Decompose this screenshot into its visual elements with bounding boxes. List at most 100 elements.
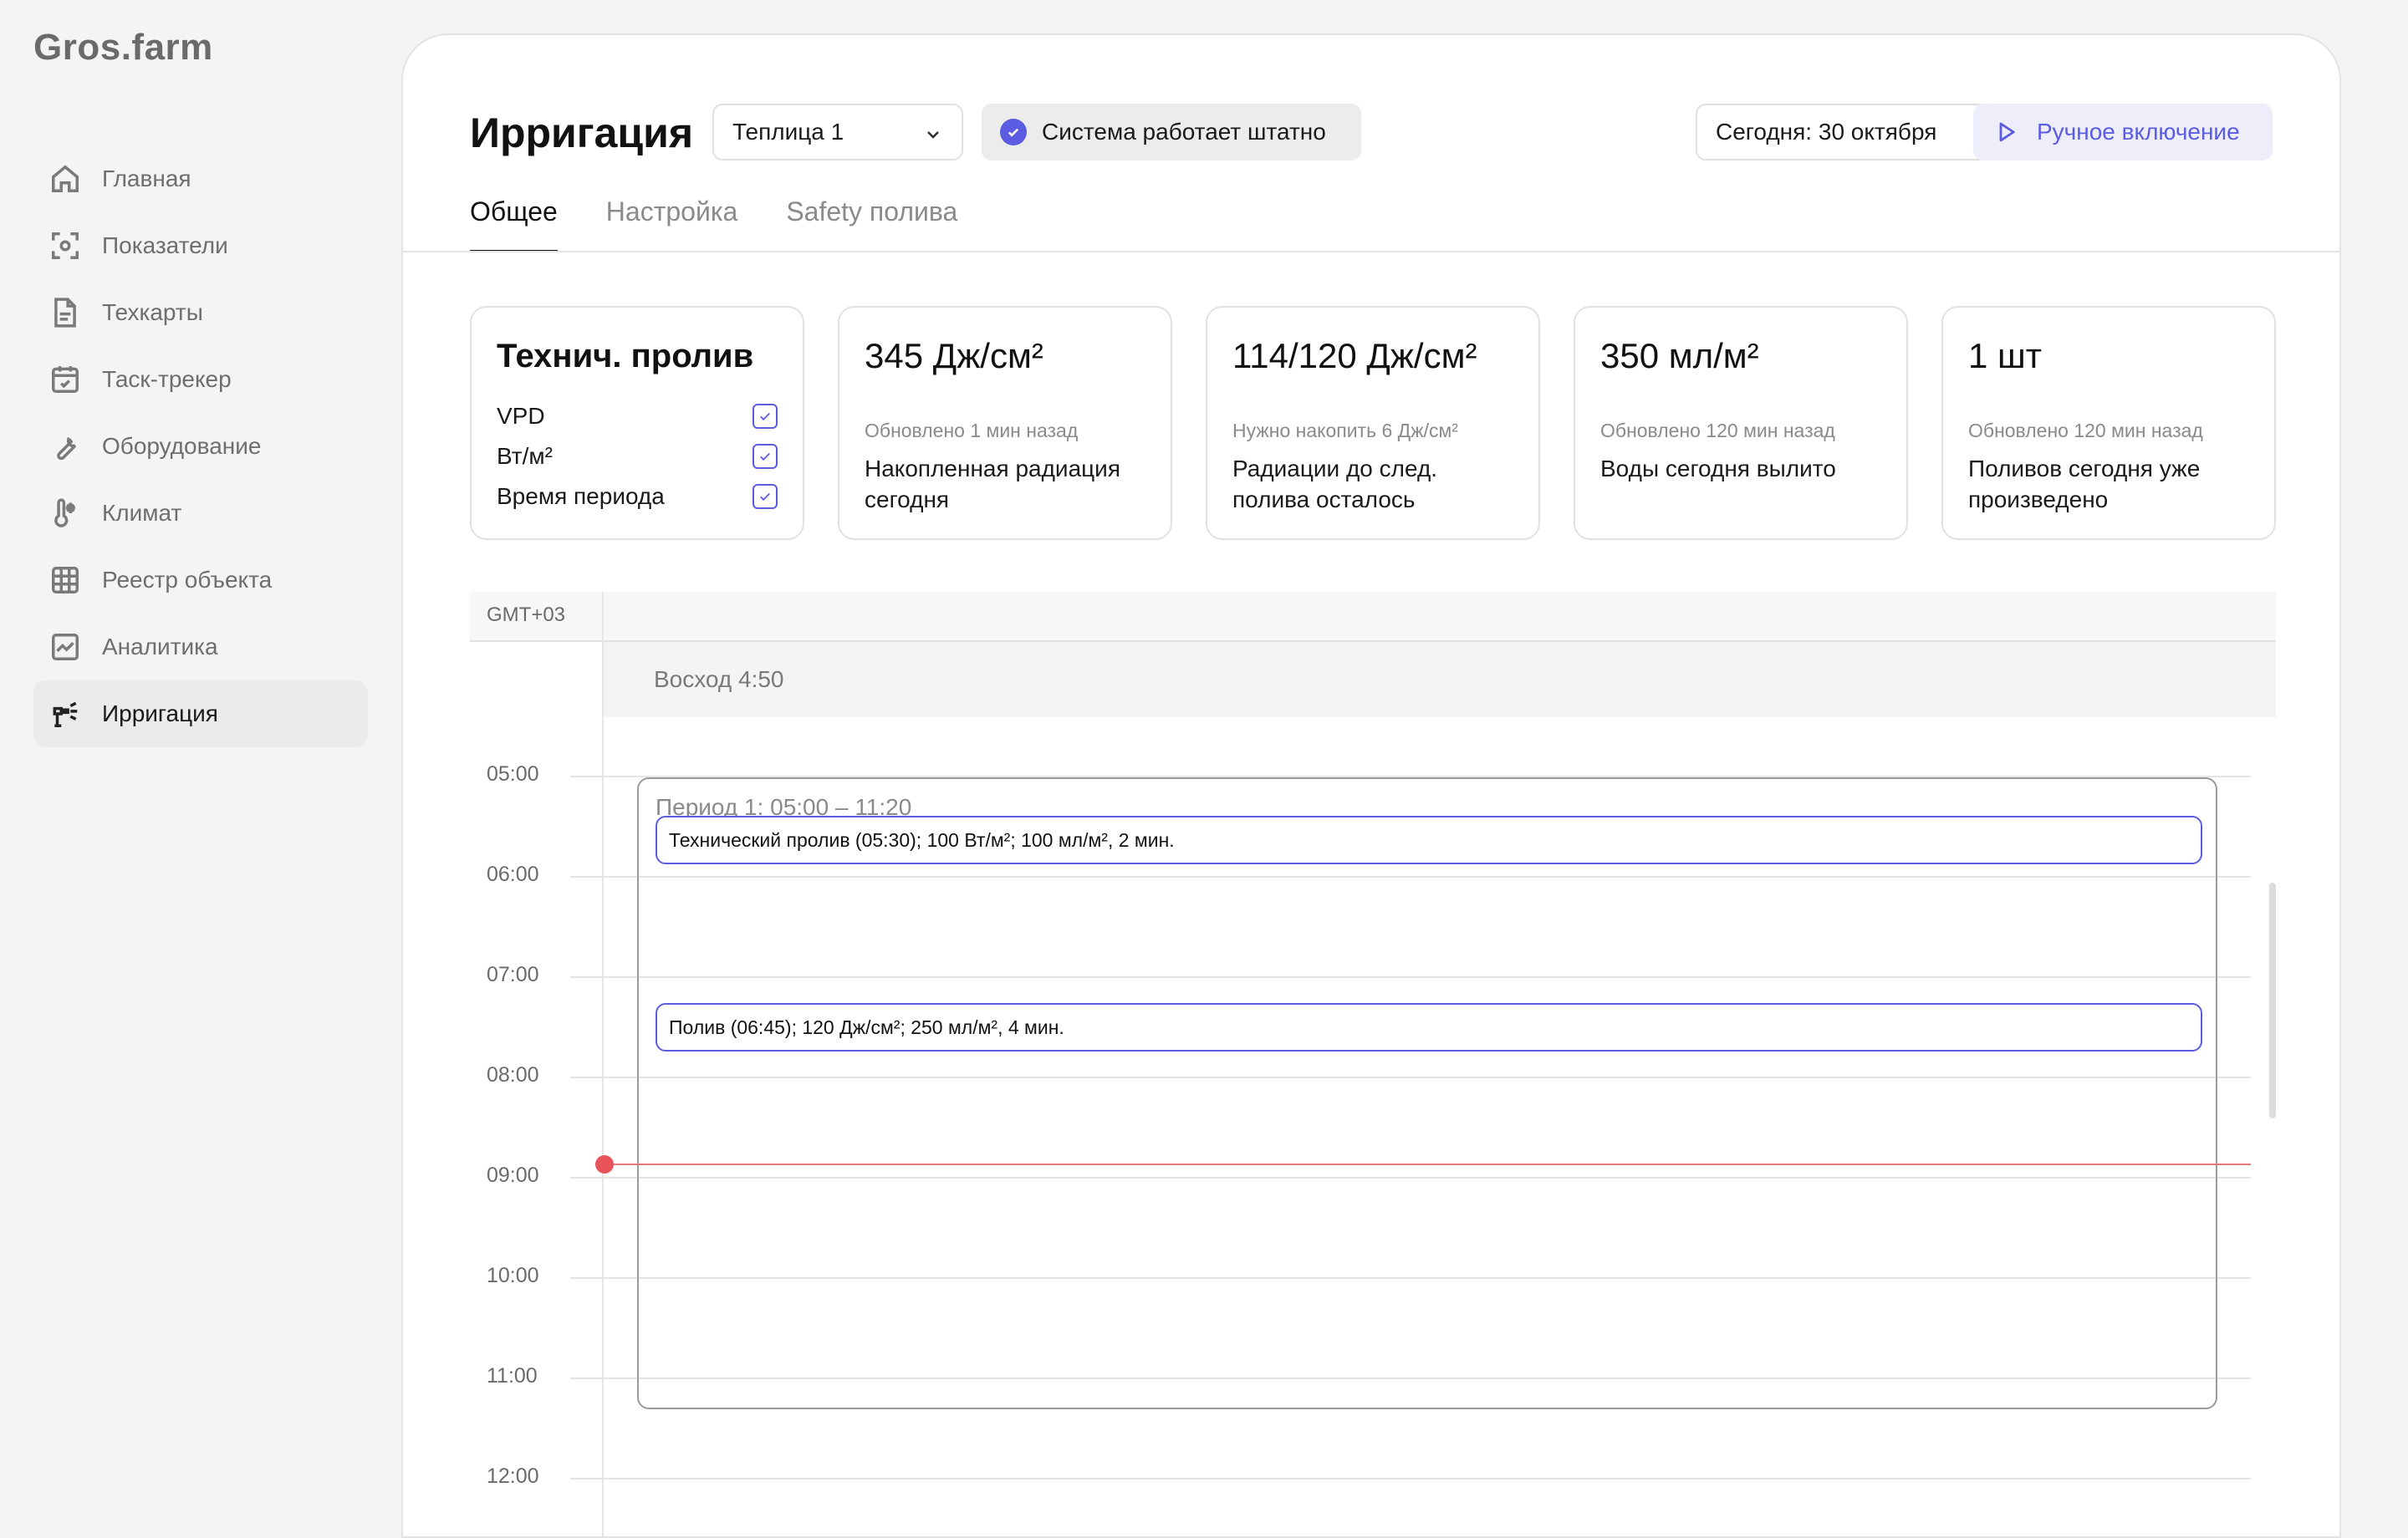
- card-updated: Обновлено 120 мин назад: [1968, 420, 2203, 441]
- timezone-label: GMT+03: [487, 603, 566, 626]
- checkmark-icon: [760, 492, 770, 502]
- schedule-scrollbar[interactable]: [2269, 883, 2276, 1118]
- sidebar-item-irrigation[interactable]: Ирригация: [33, 680, 368, 747]
- checkbox-vpd[interactable]: [752, 404, 778, 429]
- hour-label: 05:00: [487, 762, 539, 786]
- metrics-cards: Технич. пролив VPD Вт/м² Время периода 3…: [470, 306, 2276, 540]
- checkbox-period-time[interactable]: [752, 484, 778, 509]
- tech-flush-title: Технич. пролив: [497, 338, 754, 374]
- tab-bar: Общее Настройка Safety полива: [470, 192, 1006, 252]
- option-vpd[interactable]: VPD: [497, 396, 778, 436]
- sidebar-item-label: Показатели: [102, 232, 228, 258]
- thermometer-icon: [48, 497, 82, 530]
- page-title: Ирригация: [470, 109, 694, 156]
- sidebar-item-techcards[interactable]: Техкарты: [33, 279, 368, 346]
- radiation-accumulated-card: 345 Дж/см² Обновлено 1 мин назад Накопле…: [838, 306, 1172, 540]
- time-column-divider: [602, 592, 604, 1536]
- sidebar-item-analytics[interactable]: Аналитика: [33, 614, 368, 680]
- sidebar-item-registry[interactable]: Реестр объекта: [33, 547, 368, 614]
- card-updated: Нужно накопить 6 Дж/см²: [1232, 420, 1458, 441]
- sidebar-item-metrics[interactable]: Показатели: [33, 212, 368, 279]
- sidebar: Gros.farm Главная Показатели Техкарты Та…: [0, 0, 401, 1505]
- sidebar-item-equipment[interactable]: Оборудование: [33, 413, 368, 480]
- chevron-down-icon: [923, 124, 943, 144]
- sidebar-item-task-tracker[interactable]: Таск-трекер: [33, 346, 368, 413]
- card-description: Поливов сегодня уже произведено: [1968, 456, 2201, 512]
- hour-label: 06:00: [487, 863, 539, 886]
- tab-safety[interactable]: Safety полива: [786, 192, 957, 252]
- greenhouse-select[interactable]: Теплица 1: [712, 104, 963, 160]
- main-panel: Ирригация Теплица 1 Система работает шта…: [401, 33, 2341, 1538]
- grid-icon: [48, 563, 82, 597]
- hour-label: 10:00: [487, 1264, 539, 1287]
- manual-start-button[interactable]: Ручное включение: [1973, 104, 2273, 160]
- irrigations-count-card: 1 шт Обновлено 120 мин назад Поливов сег…: [1941, 306, 2276, 540]
- hour-label: 11:00: [487, 1364, 538, 1388]
- current-time-marker: [595, 1155, 614, 1174]
- sidebar-item-label: Главная: [102, 166, 191, 191]
- analytics-icon: [48, 630, 82, 664]
- sidebar-item-label: Климат: [102, 500, 182, 526]
- play-icon: [1999, 122, 2015, 142]
- card-description: Радиации до след. полива осталось: [1232, 456, 1438, 512]
- sidebar-item-label: Техкарты: [102, 299, 203, 325]
- option-label: Вт/м²: [497, 443, 553, 469]
- tab-general[interactable]: Общее: [470, 192, 558, 252]
- system-status-text: Система работает штатно: [1042, 119, 1326, 145]
- tech-flush-card: Технич. пролив VPD Вт/м² Время периода: [470, 306, 804, 540]
- sidebar-item-label: Аналитика: [102, 634, 218, 660]
- checkmark-icon: [760, 452, 770, 461]
- checkbox-wm2[interactable]: [752, 444, 778, 469]
- calendar-icon: [48, 363, 82, 396]
- irrigation-period-block[interactable]: Период 1: 05:00 – 11:20 Технический прол…: [637, 777, 2217, 1409]
- sunrise-label: Восход 4:50: [654, 666, 784, 692]
- card-value: 345 Дж/см²: [865, 336, 1043, 375]
- wrench-icon: [48, 430, 82, 463]
- card-description: Воды сегодня вылито: [1600, 456, 1836, 481]
- tab-divider: [403, 251, 2339, 252]
- card-updated: Обновлено 1 мин назад: [865, 420, 1079, 441]
- sidebar-item-label: Ирригация: [102, 700, 218, 726]
- sidebar-item-label: Оборудование: [102, 433, 262, 459]
- metrics-icon: [48, 229, 82, 262]
- hour-label: 08:00: [487, 1063, 539, 1087]
- greenhouse-select-value: Теплица 1: [732, 119, 844, 145]
- sidebar-nav: Главная Показатели Техкарты Таск-трекер …: [33, 145, 368, 747]
- checkmark-icon: [760, 412, 770, 421]
- radiation-remaining-card: 114/120 Дж/см² Нужно накопить 6 Дж/см² Р…: [1206, 306, 1540, 540]
- app-logo[interactable]: Gros.farm: [33, 27, 213, 69]
- event-irrigation[interactable]: Полив (06:45); 120 Дж/см²; 250 мл/м², 4 …: [656, 1003, 2202, 1052]
- tab-settings[interactable]: Настройка: [606, 192, 738, 252]
- check-circle-icon: [1000, 119, 1027, 145]
- hour-label: 09:00: [487, 1164, 539, 1187]
- hour-line: [570, 1478, 2251, 1479]
- sidebar-item-climate[interactable]: Климат: [33, 480, 368, 547]
- current-time-line: [604, 1164, 2251, 1165]
- system-status-badge: Система работает штатно: [982, 104, 1361, 160]
- page-header: Ирригация Теплица 1 Система работает шта…: [470, 104, 2273, 162]
- home-icon: [48, 162, 82, 196]
- hour-label: 07:00: [487, 963, 539, 986]
- option-label: Время периода: [497, 483, 665, 509]
- option-label: VPD: [497, 403, 545, 429]
- sidebar-item-home[interactable]: Главная: [33, 145, 368, 212]
- card-value: 350 мл/м²: [1600, 336, 1759, 375]
- sidebar-item-label: Таск-трекер: [102, 366, 232, 392]
- option-period-time[interactable]: Время периода: [497, 476, 778, 517]
- sunrise-row: Восход 4:50: [604, 642, 2276, 717]
- card-description: Накопленная радиация сегодня: [865, 456, 1120, 512]
- date-select-value: Сегодня: 30 октября: [1716, 119, 1937, 145]
- card-value: 1 шт: [1968, 336, 2042, 375]
- water-today-card: 350 мл/м² Обновлено 120 мин назад Воды с…: [1574, 306, 1908, 540]
- card-updated: Обновлено 120 мин назад: [1600, 420, 1835, 441]
- hour-label: 12:00: [487, 1464, 539, 1488]
- event-tech-flush[interactable]: Технический пролив (05:30); 100 Вт/м²; 1…: [656, 816, 2202, 864]
- card-value: 114/120 Дж/см²: [1232, 336, 1477, 375]
- document-icon: [48, 296, 82, 329]
- option-wm2[interactable]: Вт/м²: [497, 436, 778, 476]
- irrigation-schedule: GMT+03 Восход 4:50 05:00 06:00 07:00 08:…: [470, 592, 2276, 1536]
- manual-start-label: Ручное включение: [2037, 119, 2240, 145]
- sidebar-item-label: Реестр объекта: [102, 567, 273, 593]
- sprinkler-icon: [48, 697, 82, 731]
- timezone-row: GMT+03: [470, 592, 2276, 642]
